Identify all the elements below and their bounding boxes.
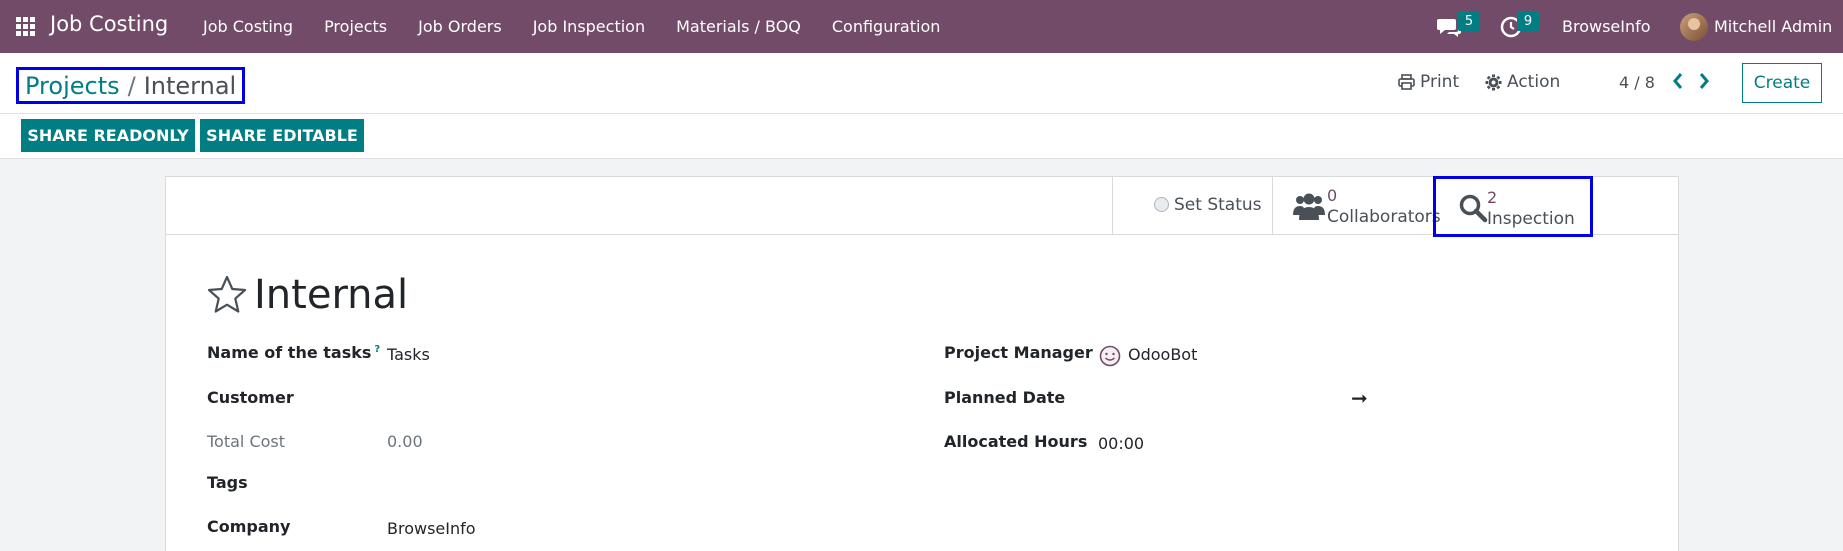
company-switcher[interactable]: BrowseInfo bbox=[1562, 17, 1651, 36]
collaborators-button[interactable]: 0 Collaborators bbox=[1272, 177, 1441, 235]
app-name[interactable]: Job Costing bbox=[50, 12, 168, 36]
inspection-count: 2 bbox=[1487, 188, 1498, 207]
pager-value[interactable]: 4 / 8 bbox=[1619, 73, 1655, 92]
action-label: Action bbox=[1507, 72, 1561, 92]
inspection-label: Inspection bbox=[1487, 209, 1575, 229]
control-panel: Projects / Internal Print Action 4 / 8 C… bbox=[0, 53, 1843, 114]
smart-button-box: Set Status 0 Collaborators 2 Inspection bbox=[166, 176, 1678, 237]
search-icon bbox=[1459, 194, 1488, 223]
breadcrumb-projects-link[interactable]: Projects bbox=[25, 72, 120, 100]
share-editable-button[interactable]: SHARE EDITABLE bbox=[200, 119, 364, 152]
users-icon bbox=[1293, 193, 1325, 220]
menu-item-projects[interactable]: Projects bbox=[324, 17, 387, 36]
menu-item-job-costing[interactable]: Job Costing bbox=[203, 17, 293, 36]
allocated-hours-label: Allocated Hours bbox=[944, 432, 1088, 451]
print-label: Print bbox=[1420, 72, 1460, 92]
gear-icon bbox=[1485, 74, 1502, 90]
total-cost-value: 0.00 bbox=[387, 432, 423, 451]
project-manager-value[interactable]: OdooBot bbox=[1128, 345, 1197, 364]
action-button[interactable]: Action bbox=[1485, 72, 1560, 92]
customer-field[interactable] bbox=[387, 388, 847, 410]
top-navbar: Job Costing Job Costing Projects Job Ord… bbox=[0, 0, 1843, 53]
customer-label: Customer bbox=[207, 388, 294, 407]
breadcrumb: Projects / Internal bbox=[16, 67, 246, 104]
field-label-task-name: Name of the tasks? bbox=[207, 343, 380, 362]
project-manager-label: Project Manager bbox=[944, 343, 1093, 362]
allocated-hours-value[interactable]: 00:00 bbox=[1098, 434, 1144, 453]
chevron-right-icon[interactable] bbox=[1696, 71, 1712, 91]
form-sheet: Set Status 0 Collaborators 2 Inspection bbox=[165, 176, 1679, 551]
user-menu[interactable]: Mitchell Admin bbox=[1714, 17, 1832, 36]
star-icon[interactable] bbox=[206, 274, 248, 316]
messages-count-badge: 5 bbox=[1458, 11, 1480, 31]
company-value[interactable]: BrowseInfo bbox=[387, 519, 476, 538]
user-avatar[interactable] bbox=[1680, 13, 1708, 41]
tags-field[interactable] bbox=[387, 473, 847, 495]
arrow-right-icon: ➞ bbox=[1351, 386, 1368, 410]
company-label: Company bbox=[207, 517, 291, 536]
breadcrumb-separator: / bbox=[127, 71, 136, 100]
activities-count-badge: 9 bbox=[1517, 11, 1539, 31]
task-name-value[interactable]: Tasks bbox=[387, 345, 430, 364]
tags-label: Tags bbox=[207, 473, 248, 492]
printer-icon bbox=[1398, 74, 1415, 90]
inspection-button[interactable]: 2 Inspection bbox=[1433, 176, 1593, 237]
share-readonly-button[interactable]: SHARE READONLY bbox=[21, 119, 195, 152]
record-title-row: Internal bbox=[206, 272, 408, 318]
planned-date-start-field[interactable] bbox=[1098, 388, 1328, 410]
record-title[interactable]: Internal bbox=[254, 272, 408, 318]
apps-menu-icon[interactable] bbox=[16, 17, 35, 36]
planned-date-label: Planned Date bbox=[944, 388, 1066, 407]
breadcrumb-current: Internal bbox=[143, 71, 237, 100]
collaborators-count: 0 bbox=[1327, 186, 1338, 205]
menu-item-job-orders[interactable]: Job Orders bbox=[418, 17, 502, 36]
total-cost-label: Total Cost bbox=[207, 432, 286, 451]
help-tooltip-icon[interactable]: ? bbox=[374, 344, 380, 355]
set-status-button[interactable]: Set Status bbox=[1112, 177, 1273, 235]
task-name-label: Name of the tasks bbox=[207, 343, 372, 362]
odoobot-avatar-icon bbox=[1099, 345, 1121, 367]
collaborators-label: Collaborators bbox=[1327, 207, 1441, 227]
main-menu: Job Costing Projects Job Orders Job Insp… bbox=[203, 17, 971, 36]
print-button[interactable]: Print bbox=[1398, 72, 1459, 92]
set-status-label: Set Status bbox=[1174, 195, 1262, 215]
chevron-left-icon[interactable] bbox=[1670, 71, 1686, 91]
menu-item-job-inspection[interactable]: Job Inspection bbox=[533, 17, 645, 36]
create-button[interactable]: Create bbox=[1742, 63, 1822, 103]
status-circle-icon bbox=[1154, 197, 1169, 212]
form-statusbar: SHARE READONLY SHARE EDITABLE bbox=[0, 114, 1843, 159]
menu-item-configuration[interactable]: Configuration bbox=[832, 17, 941, 36]
menu-item-materials-boq[interactable]: Materials / BOQ bbox=[676, 17, 801, 36]
